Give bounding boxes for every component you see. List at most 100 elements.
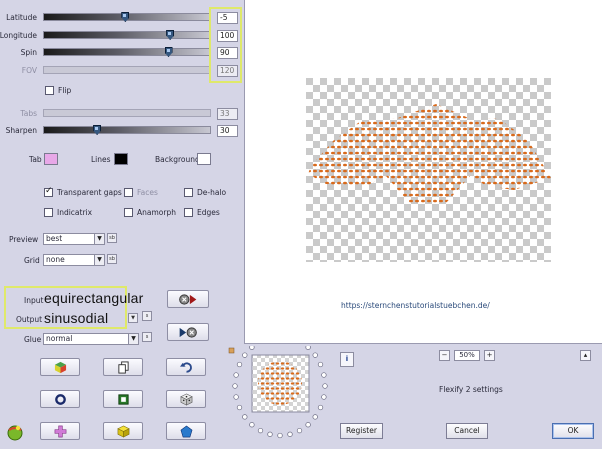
ring-dot[interactable] (232, 383, 238, 389)
ring-dot[interactable] (321, 372, 327, 378)
glue-s-button[interactable]: s (142, 332, 152, 342)
play-back-icon (179, 326, 197, 338)
indicatrix-checkbox[interactable] (44, 208, 53, 217)
faces-label: Faces (137, 188, 158, 197)
ring-dot[interactable] (257, 427, 264, 434)
cross-button[interactable] (40, 422, 80, 440)
sharpen-field[interactable]: 30 (217, 125, 238, 137)
ring-dot[interactable] (287, 431, 293, 437)
ring-dot[interactable] (277, 432, 283, 439)
ring-dot[interactable] (236, 361, 243, 368)
anamorph-checkbox[interactable] (124, 208, 133, 217)
ring-dot[interactable] (305, 422, 311, 428)
ring-dot[interactable] (317, 361, 324, 368)
ring-dot[interactable] (321, 394, 327, 400)
spin-slider[interactable] (43, 47, 211, 57)
ring-dot[interactable] (305, 346, 311, 350)
pentagon-icon (180, 425, 192, 437)
input-label: Input (24, 296, 44, 305)
ring-dot[interactable] (249, 346, 255, 350)
play-forward-button[interactable] (167, 290, 209, 308)
ring-dot[interactable] (312, 352, 318, 358)
flip-label: Flip (58, 86, 72, 95)
ring-dot[interactable] (322, 383, 328, 389)
ring-dot[interactable] (242, 414, 248, 420)
faces-checkbox[interactable] (124, 188, 133, 197)
preview-canvas[interactable]: https://sternchenstutorialstuebchen.de/ (244, 0, 602, 344)
ring-dot[interactable] (312, 414, 318, 420)
ring-dot[interactable] (249, 422, 255, 428)
undo-button[interactable] (166, 358, 206, 376)
zoom-level[interactable]: 50% (454, 350, 480, 361)
spin-thumb[interactable] (164, 47, 173, 57)
cancel-button[interactable]: Cancel (446, 423, 488, 439)
zoom-in-button[interactable]: + (484, 350, 495, 361)
input-projection-select[interactable]: equirectangular (44, 290, 144, 306)
cube-icon (54, 361, 66, 373)
fov-label: FOV (21, 66, 37, 75)
preview-sb-button[interactable]: sb (107, 233, 117, 243)
sharpen-slider[interactable] (43, 125, 211, 135)
latitude-slider[interactable] (43, 12, 211, 22)
fov-slider[interactable] (43, 66, 211, 74)
de-halo-label: De-halo (197, 188, 227, 197)
edges-checkbox[interactable] (184, 208, 193, 217)
box-button[interactable] (103, 422, 143, 440)
preview-quality-select[interactable]: best ▼ (43, 233, 105, 245)
copy-button[interactable] (103, 358, 143, 376)
glue-select[interactable]: normal ▼ (43, 333, 139, 345)
scroll-up-button[interactable]: ▴ (580, 350, 591, 361)
ring-dot[interactable] (242, 352, 248, 358)
glue-label: Glue (24, 335, 42, 344)
preview-image (306, 78, 551, 262)
latitude-label: Latitude (6, 13, 37, 22)
play-back-button[interactable] (167, 323, 209, 341)
ring-dot[interactable] (267, 431, 273, 437)
chevron-down-icon: ▼ (128, 334, 138, 344)
dice-button[interactable] (166, 390, 206, 408)
background-color-swatch[interactable] (197, 153, 211, 165)
lines-color-label: Lines (91, 155, 111, 164)
flip-checkbox[interactable] (45, 86, 54, 95)
sharpen-thumb[interactable] (93, 125, 102, 135)
grid-select[interactable]: none ▼ (43, 254, 105, 266)
square-icon (117, 393, 129, 405)
grid-sb-button[interactable]: sb (107, 254, 117, 264)
chevron-down-icon: ▼ (94, 234, 104, 244)
output-projection-select[interactable]: sinusodial (44, 310, 108, 326)
lines-color-swatch[interactable] (114, 153, 128, 165)
ring-dot[interactable] (233, 394, 239, 400)
info-button[interactable]: i (340, 352, 354, 367)
latitude-thumb[interactable] (121, 12, 130, 22)
ring-icon (54, 393, 66, 405)
indicatrix-label: Indicatrix (57, 208, 93, 217)
tab-color-swatch[interactable] (44, 153, 58, 165)
longitude-thumb[interactable] (166, 30, 175, 40)
ring-dot[interactable] (317, 404, 324, 411)
pentagon-button[interactable] (166, 422, 206, 440)
circle-button[interactable] (40, 390, 80, 408)
ring-dot[interactable] (296, 427, 303, 434)
longitude-slider[interactable] (43, 30, 211, 40)
output-label: Output (16, 315, 43, 324)
tabs-field[interactable]: 33 (217, 108, 238, 120)
ok-button[interactable]: OK (552, 423, 594, 439)
chevron-down-icon: ▼ (94, 255, 104, 265)
edges-label: Edges (197, 208, 220, 217)
tabs-slider[interactable] (43, 109, 211, 117)
ring-dot[interactable] (236, 404, 243, 411)
zoom-out-button[interactable]: − (439, 350, 450, 361)
flexify-logo (6, 423, 24, 441)
transparent-gaps-checkbox[interactable] (44, 186, 53, 197)
output-chevron-button[interactable]: ▼ (128, 313, 138, 323)
register-button[interactable]: Register (340, 423, 383, 439)
preview-quality-label: Preview (9, 235, 39, 244)
rubiks-cube-button[interactable] (40, 358, 80, 376)
tab-color-label: Tab (29, 155, 42, 164)
thumbnail-dial[interactable] (225, 346, 335, 449)
de-halo-checkbox[interactable] (184, 188, 193, 197)
square-button[interactable] (103, 390, 143, 408)
output-s-button[interactable]: s (142, 311, 152, 321)
spin-label: Spin (20, 48, 37, 57)
ring-dot[interactable] (233, 372, 239, 378)
